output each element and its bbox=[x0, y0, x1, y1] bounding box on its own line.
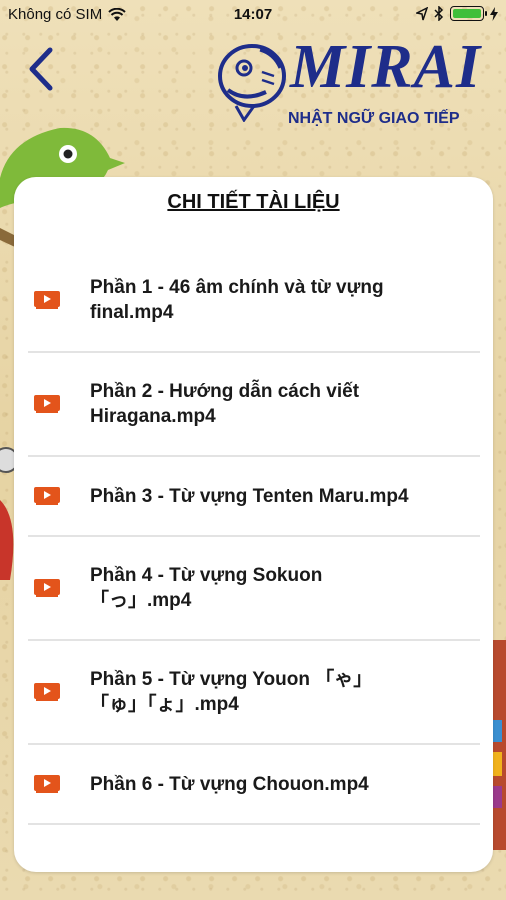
list-item-title: Phần 6 - Từ vựng Chouon.mp4 bbox=[90, 773, 369, 795]
video-play-icon bbox=[34, 683, 60, 701]
list-item-title: Phần 2 - Hướng dẫn cách viết bbox=[90, 381, 360, 402]
charging-icon bbox=[490, 6, 498, 21]
back-chevron-icon bbox=[29, 47, 53, 91]
list-item-title: Phần 4 - Từ vựng Sokuon bbox=[90, 565, 323, 586]
battery-fill bbox=[453, 9, 481, 18]
battery-icon bbox=[450, 6, 487, 21]
status-bar: Không có SIM 14:07 bbox=[0, 0, 506, 30]
video-play-icon bbox=[34, 487, 60, 505]
list-item[interactable]: Phần 6 - Từ vựng Chouon.mp4 bbox=[28, 745, 480, 825]
card-title: CHI TIẾT TÀI LIỆU bbox=[167, 191, 340, 213]
logo-subtitle: NHẬT NGỮ GIAO TIẾP bbox=[288, 110, 460, 127]
list-item-title-cont: 「ゅ」「ょ」.mp4 bbox=[90, 694, 239, 715]
fish-mascot-icon bbox=[218, 44, 286, 122]
video-play-icon bbox=[34, 579, 60, 597]
back-button[interactable] bbox=[24, 44, 64, 94]
video-play-icon bbox=[34, 775, 60, 793]
mirai-logo: MIRAI NHẬT NGỮ GIAO TIẾP bbox=[214, 28, 484, 138]
logo-brand: MIRAI bbox=[290, 33, 482, 101]
list-item-title-cont: Hiragana.mp4 bbox=[90, 406, 216, 427]
list-item[interactable]: Phần 4 - Từ vựng Sokuon 「っ」.mp4 bbox=[28, 537, 480, 641]
list-item-title: Phần 3 - Từ vựng Tenten Maru.mp4 bbox=[90, 485, 409, 507]
bluetooth-icon bbox=[434, 6, 444, 21]
video-play-icon bbox=[34, 395, 60, 413]
video-list: Phần 1 - 46 âm chính và từ vựng final.mp… bbox=[28, 249, 480, 825]
document-detail-card: CHI TIẾT TÀI LIỆU Phần 1 - 46 âm chính v… bbox=[14, 177, 493, 872]
list-item-title-cont: 「っ」.mp4 bbox=[90, 590, 192, 611]
status-right bbox=[416, 6, 498, 21]
list-item[interactable]: Phần 2 - Hướng dẫn cách viết Hiragana.mp… bbox=[28, 353, 480, 457]
list-item[interactable]: Phần 3 - Từ vựng Tenten Maru.mp4 bbox=[28, 457, 480, 537]
video-play-icon bbox=[34, 291, 60, 309]
list-item-title: Phần 1 - 46 âm chính và từ vựng bbox=[90, 277, 384, 298]
list-item[interactable]: Phần 1 - 46 âm chính và từ vựng final.mp… bbox=[28, 249, 480, 353]
location-icon bbox=[416, 6, 428, 20]
list-item-title: Phần 5 - Từ vựng Youon 「ゃ」 bbox=[90, 669, 373, 690]
list-item-title-cont: final.mp4 bbox=[90, 302, 174, 323]
list-item[interactable]: Phần 5 - Từ vựng Youon 「ゃ」 「ゅ」「ょ」.mp4 bbox=[28, 641, 480, 745]
